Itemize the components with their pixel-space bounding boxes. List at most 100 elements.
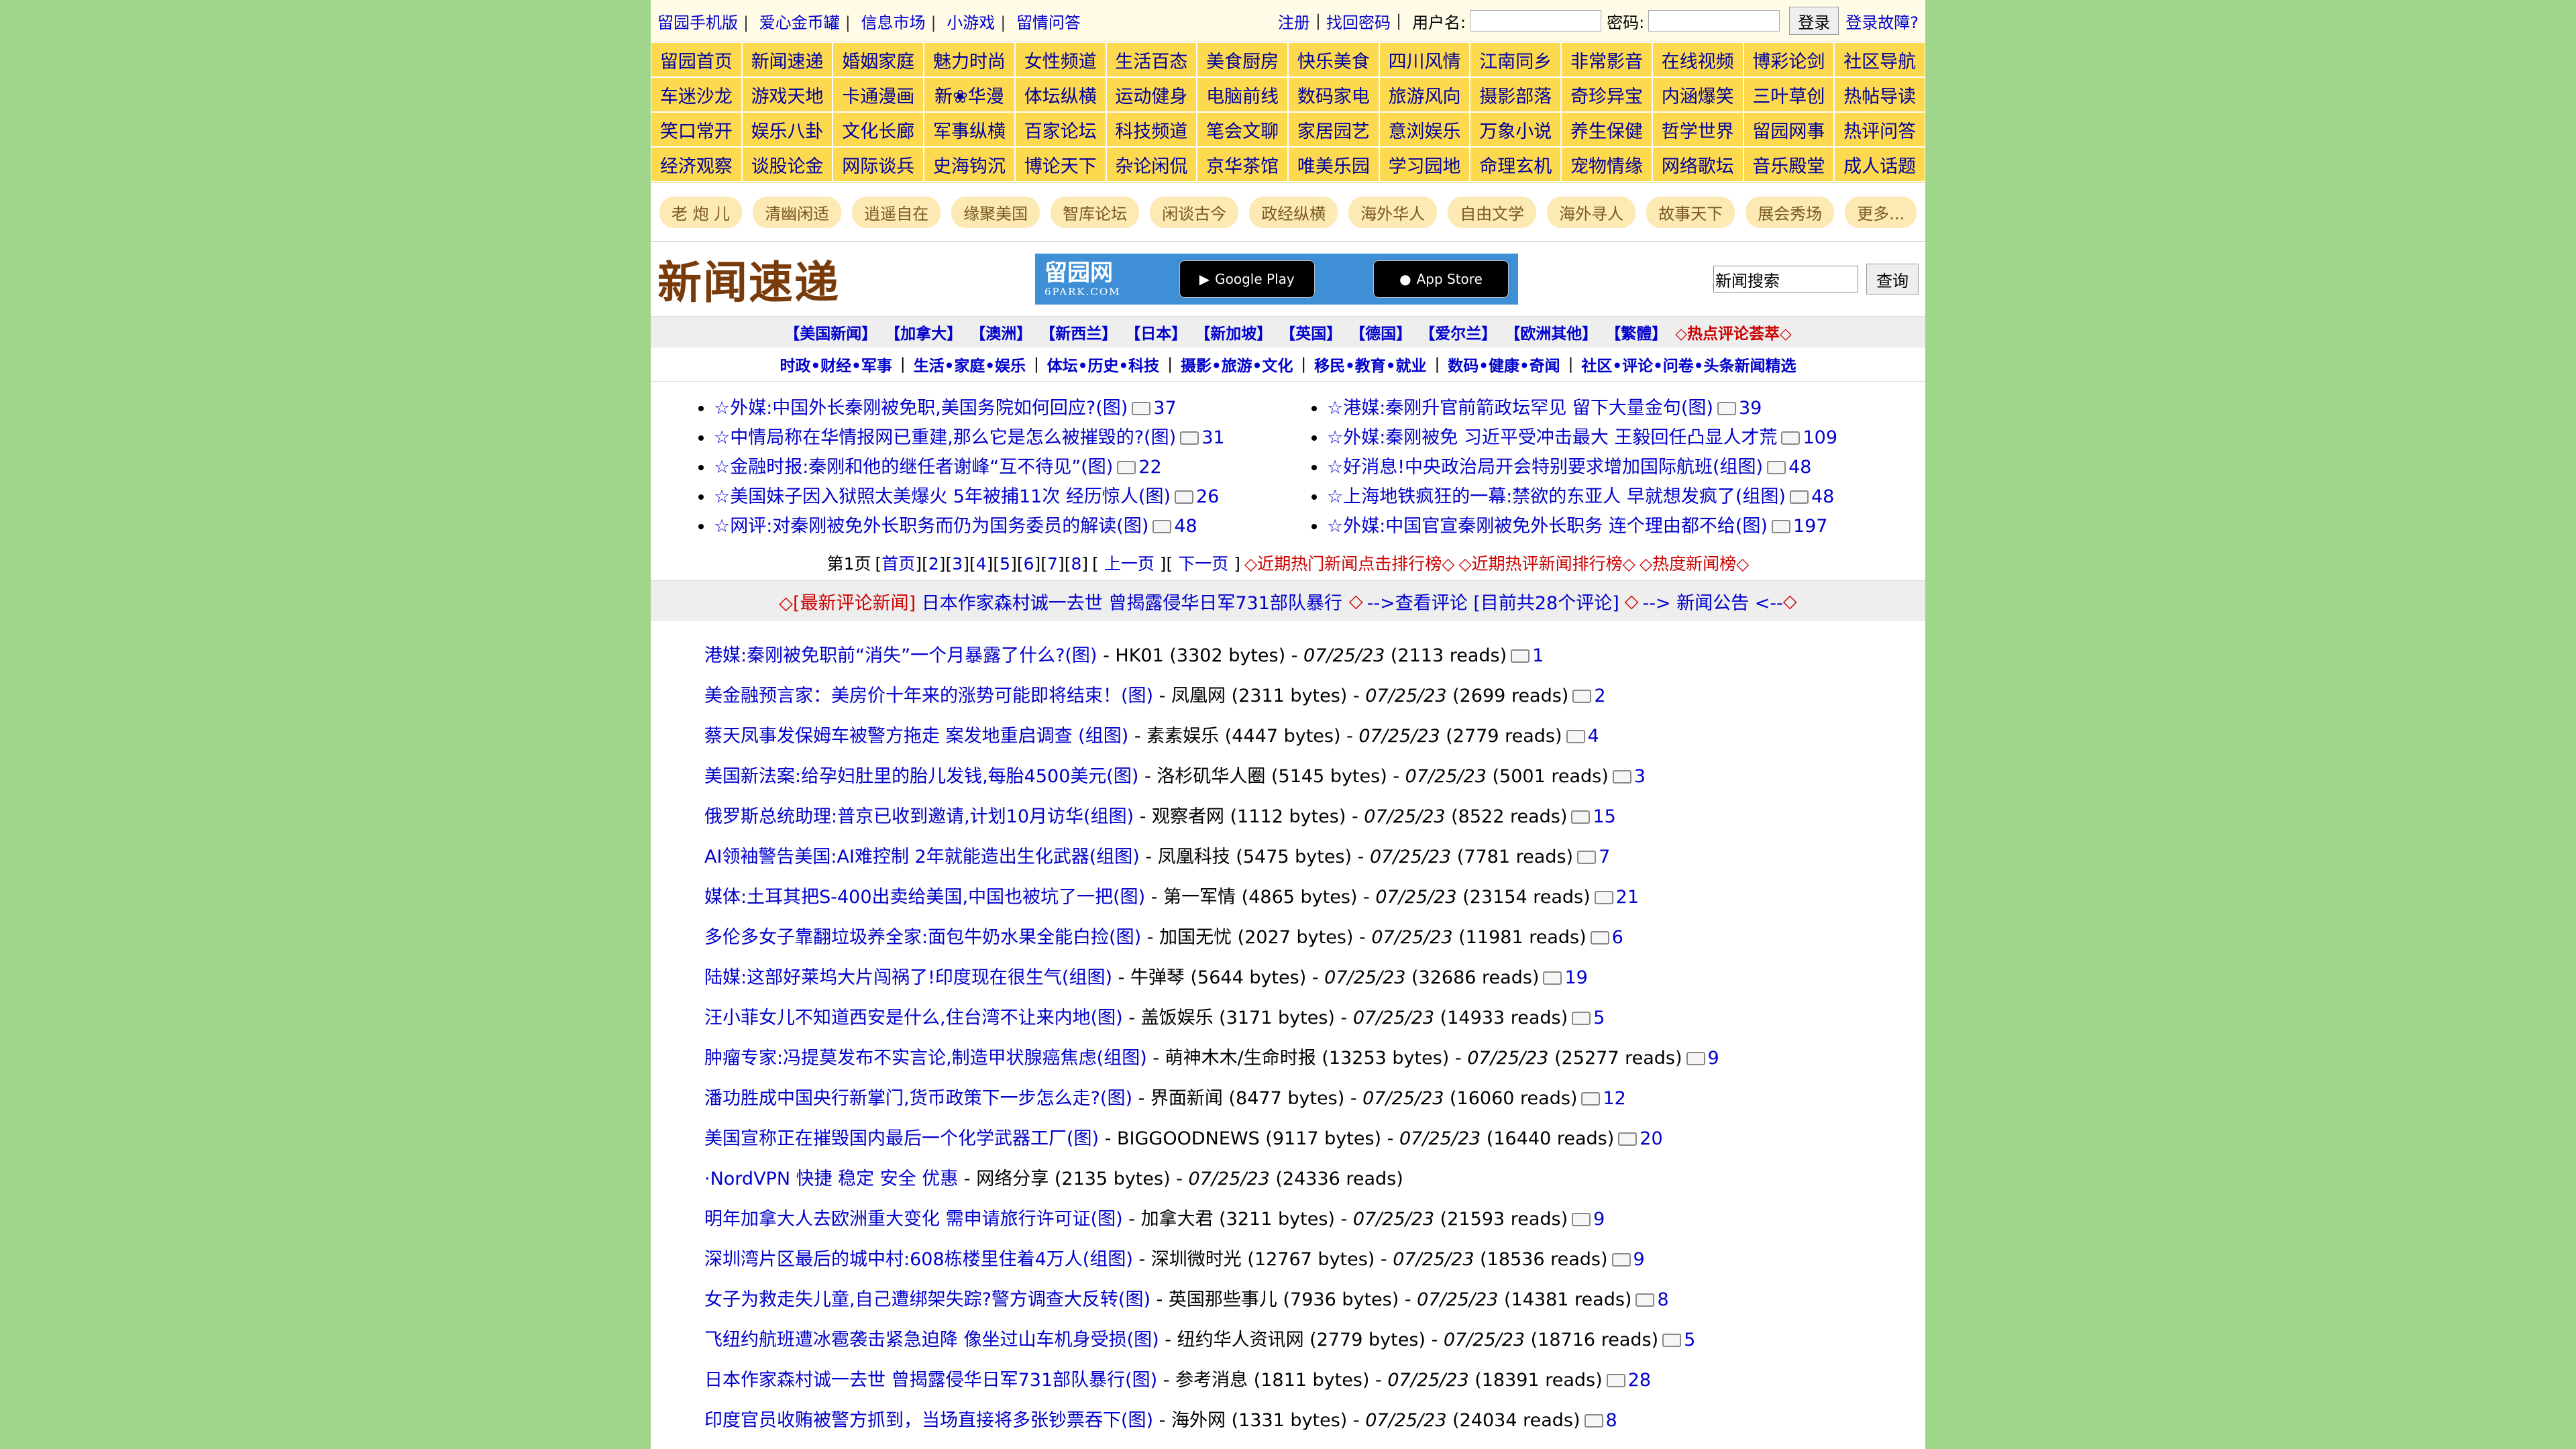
channel-link[interactable]: 新闻速递 xyxy=(741,42,833,77)
comment-link[interactable]: 19 xyxy=(1543,967,1588,988)
region-link[interactable]: 【澳洲】 xyxy=(970,321,1032,343)
hot-news-link[interactable]: ☆外媒:秦刚被免 习近平受冲击最大 王毅回任凸显人才荒 xyxy=(1327,427,1777,448)
comment-link[interactable]: 8 xyxy=(1584,1410,1617,1431)
news-title-link[interactable]: AI领袖警告美国:AI难控制 2年就能造出生化武器(组图) xyxy=(704,847,1140,867)
region-link[interactable]: 【新加坡】 xyxy=(1195,321,1272,343)
category-link[interactable]: 体坛•历史•科技 xyxy=(1047,353,1159,376)
channel-link[interactable]: 养生保健 xyxy=(1561,112,1652,147)
hot-comments-link[interactable]: ◇热点评论荟萃◇ xyxy=(1675,321,1791,343)
channel-link[interactable]: 留园首页 xyxy=(651,42,742,77)
channel-link[interactable]: 卡通漫画 xyxy=(833,77,924,112)
comment-link[interactable]: 9 xyxy=(1572,1209,1605,1230)
page-link[interactable]: 2 xyxy=(928,554,939,574)
hot-news-link[interactable]: ☆外媒:中国官宣秦刚被免外长职务 连个理由都不给(图) xyxy=(1327,516,1768,537)
channel-link[interactable]: 游戏天地 xyxy=(741,77,833,112)
prev-page-link[interactable]: 上一页 xyxy=(1104,554,1155,574)
comment-link[interactable]: 15 xyxy=(1571,806,1616,827)
region-link[interactable]: 【爱尔兰】 xyxy=(1419,321,1497,343)
forum-tag[interactable]: 清幽闲适 xyxy=(753,196,842,228)
news-title-link[interactable]: 美国宣称正在摧毁国内最后一个化学武器工厂(图) xyxy=(704,1128,1099,1149)
comment-link[interactable]: 28 xyxy=(1606,1370,1651,1391)
category-link[interactable]: 数码•健康•奇闻 xyxy=(1448,353,1560,376)
channel-link[interactable]: 科技频道 xyxy=(1106,112,1197,147)
channel-link[interactable]: 唯美乐园 xyxy=(1287,147,1379,182)
forum-tag[interactable]: 智库论坛 xyxy=(1051,196,1140,228)
channel-link[interactable]: 娱乐八卦 xyxy=(741,112,833,147)
search-button[interactable]: 查询 xyxy=(1866,264,1919,294)
forum-tag[interactable]: 逍遥自在 xyxy=(852,196,941,228)
news-title-link[interactable]: 港媒:秦刚被免职前“消失”一个月暴露了什么?(图) xyxy=(704,645,1097,666)
comment-link[interactable]: 37 xyxy=(1132,398,1177,419)
link-games[interactable]: 小游戏 xyxy=(947,13,995,32)
hot-news-link[interactable]: ☆上海地铁疯狂的一幕:禁欲的东亚人 早就想发疯了(组图) xyxy=(1327,486,1786,507)
news-title-link[interactable]: 日本作家森村诚一去世 曾揭露侵华日军731部队暴行(图) xyxy=(704,1370,1157,1391)
link-mobile[interactable]: 留园手机版 xyxy=(657,13,738,32)
link-qa[interactable]: 留情问答 xyxy=(1016,13,1081,32)
region-link[interactable]: 【英国】 xyxy=(1280,321,1342,343)
region-link[interactable]: 【加拿大】 xyxy=(885,321,962,343)
news-title-link[interactable]: 多伦多女子靠翻垃圾养全家:面包牛奶水果全能白捡(图) xyxy=(704,927,1141,948)
heat-rank-link[interactable]: ◇热度新闻榜◇ xyxy=(1640,551,1749,575)
forum-tag[interactable]: 海外华人 xyxy=(1348,196,1438,228)
channel-link[interactable]: 史海钩沉 xyxy=(924,147,1015,182)
channel-link[interactable]: 快乐美食 xyxy=(1287,42,1379,77)
forum-tag[interactable]: 闲谈古今 xyxy=(1150,196,1239,228)
app-store-badge[interactable]: ● App Store xyxy=(1373,260,1509,298)
news-title-link[interactable]: 潘功胜成中国央行新掌门,货币政策下一步怎么走?(图) xyxy=(704,1088,1132,1109)
link-market[interactable]: 信息市场 xyxy=(861,13,925,32)
channel-link[interactable]: 三叶草创 xyxy=(1743,77,1835,112)
link-coins[interactable]: 爱心金币罐 xyxy=(759,13,840,32)
channel-link[interactable]: 文化长廊 xyxy=(833,112,924,147)
comment-link[interactable]: 20 xyxy=(1618,1128,1663,1149)
channel-link[interactable]: 奇珍异宝 xyxy=(1561,77,1652,112)
channel-link[interactable]: 非常影音 xyxy=(1561,42,1652,77)
password-input[interactable] xyxy=(1648,10,1780,32)
channel-link[interactable]: 经济观察 xyxy=(651,147,742,182)
comment-link[interactable]: 21 xyxy=(1594,887,1639,908)
channel-link[interactable]: 社区导航 xyxy=(1834,42,1925,77)
news-title-link[interactable]: 陆媒:这部好莱坞大片闯祸了!印度现在很生气(组图) xyxy=(704,967,1112,988)
comment-link[interactable]: 48 xyxy=(1789,486,1834,507)
latest-comment-news-link[interactable]: ◇[最新评论新闻] 日本作家森村诚一去世 曾揭露侵华日军731部队暴行 xyxy=(779,588,1342,614)
comment-link[interactable]: 9 xyxy=(1611,1249,1645,1270)
region-link[interactable]: 【日本】 xyxy=(1125,321,1187,343)
news-title-link[interactable]: 美金融预言家：美房价十年来的涨势可能即将结束！(图) xyxy=(704,686,1153,706)
comment-link[interactable]: 5 xyxy=(1572,1008,1605,1028)
comment-link[interactable]: 1 xyxy=(1511,645,1544,666)
hot-news-link[interactable]: ☆金融时报:秦刚和他的继任者谢峰“互不待见”(图) xyxy=(714,457,1113,478)
category-link[interactable]: 移民•教育•就业 xyxy=(1314,353,1426,376)
channel-link[interactable]: 军事纵横 xyxy=(924,112,1015,147)
page-link[interactable]: 8 xyxy=(1071,554,1081,574)
news-title-link[interactable]: 肿瘤专家:冯提莫发布不实言论,制造甲状腺癌焦虑(组图) xyxy=(704,1048,1147,1069)
comment-link[interactable]: 3 xyxy=(1612,766,1646,787)
page-link[interactable]: 6 xyxy=(1024,554,1034,574)
page-link[interactable]: 3 xyxy=(952,554,963,574)
category-link[interactable]: 摄影•旅游•文化 xyxy=(1181,353,1293,376)
channel-link[interactable]: 魅力时尚 xyxy=(924,42,1015,77)
news-title-link[interactable]: 飞纽约航班遭冰雹袭击紧急迫降 像坐过山车机身受损(图) xyxy=(704,1330,1159,1350)
comment-link[interactable]: 39 xyxy=(1717,398,1762,419)
region-link[interactable]: 【繁體】 xyxy=(1605,321,1667,343)
channel-link[interactable]: 杂论闲侃 xyxy=(1106,147,1197,182)
channel-link[interactable]: 学习园地 xyxy=(1379,147,1470,182)
comment-link[interactable]: 7 xyxy=(1577,847,1610,867)
channel-link[interactable]: 江南同乡 xyxy=(1470,42,1562,77)
comment-link[interactable]: 109 xyxy=(1781,427,1837,448)
comment-link[interactable]: 4 xyxy=(1566,726,1599,747)
channel-link[interactable]: 热评问答 xyxy=(1834,112,1925,147)
news-title-link[interactable]: 明年加拿大人去欧洲重大变化 需申请旅行许可证(图) xyxy=(704,1209,1123,1230)
channel-link[interactable]: 四川风情 xyxy=(1379,42,1470,77)
channel-link[interactable]: 笔会文聊 xyxy=(1197,112,1288,147)
channel-link[interactable]: 运动健身 xyxy=(1106,77,1197,112)
hot-news-link[interactable]: ☆中情局称在华情报网已重建,那么它是怎么被摧毁的?(图) xyxy=(714,427,1176,448)
comment-link[interactable]: 9 xyxy=(1686,1048,1719,1069)
news-title-link[interactable]: 美国新法案:给孕妇肚里的胎儿发钱,每胎4500美元(图) xyxy=(704,766,1138,787)
channel-link[interactable]: 生活百态 xyxy=(1106,42,1197,77)
page-link[interactable]: 4 xyxy=(976,554,987,574)
forum-tag[interactable]: 海外寻人 xyxy=(1547,196,1636,228)
channel-link[interactable]: 百家论坛 xyxy=(1014,112,1106,147)
channel-link[interactable]: 命理玄机 xyxy=(1470,147,1562,182)
channel-link[interactable]: 数码家电 xyxy=(1287,77,1379,112)
page-link[interactable]: 5 xyxy=(1000,554,1010,574)
region-link[interactable]: 【欧洲其他】 xyxy=(1505,321,1597,343)
